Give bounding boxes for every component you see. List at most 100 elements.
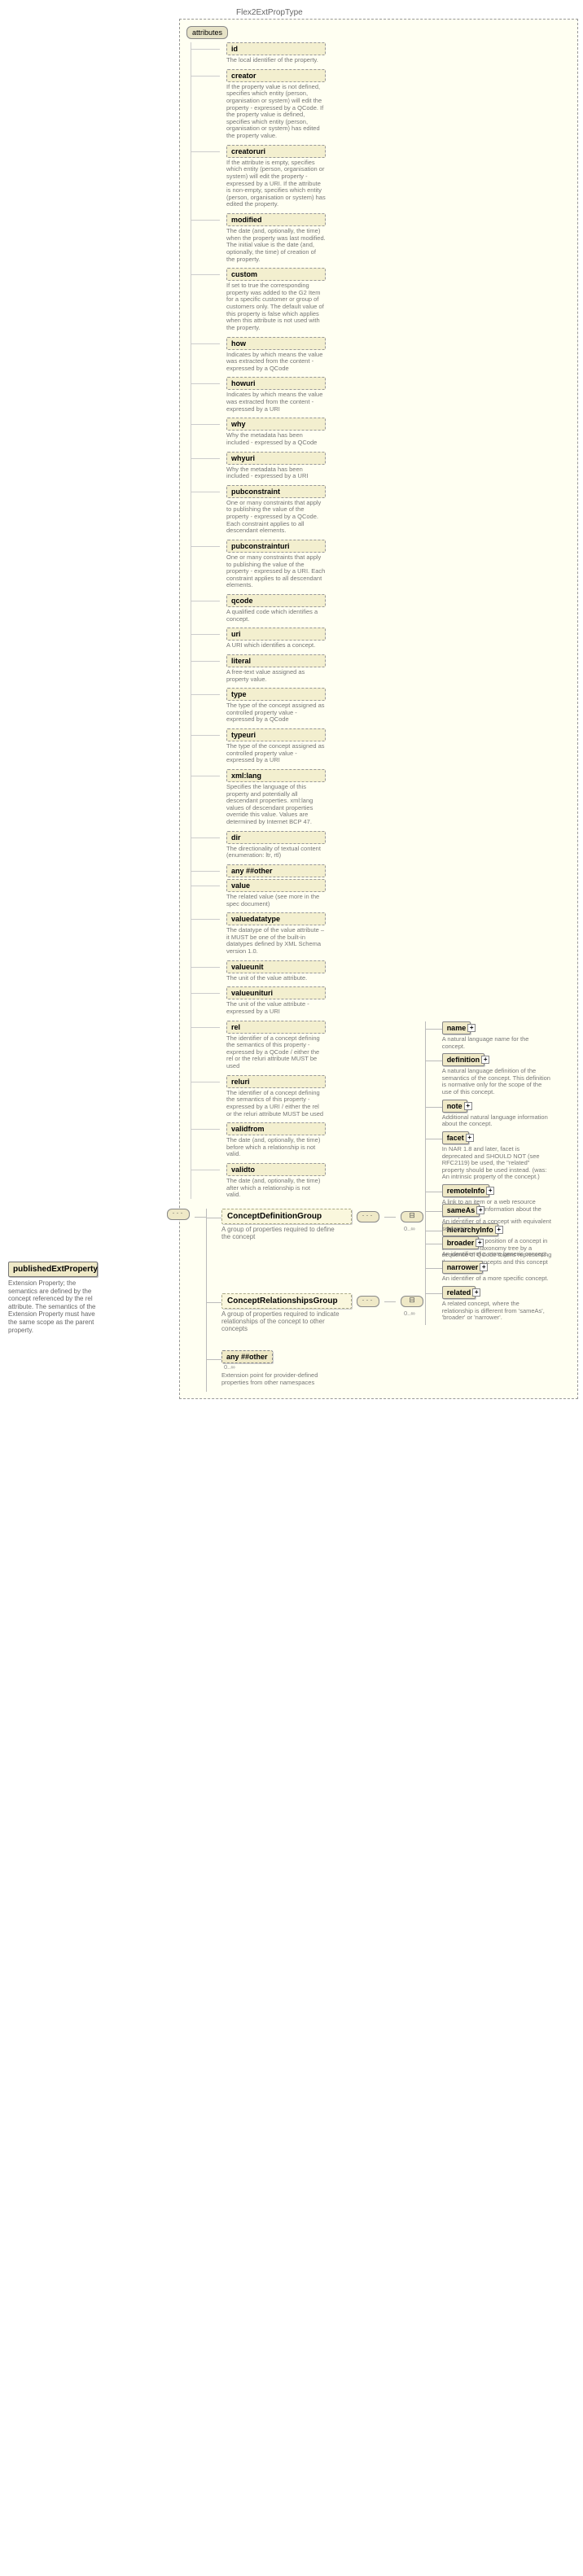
child-element: broader+ An identifier of a more generic … [442,1236,552,1258]
attribute-name-rel[interactable]: rel [226,1021,326,1034]
element-related[interactable]: related+ [442,1286,476,1299]
any-other-desc: Extension point for provider-defined pro… [221,1372,331,1386]
attribute-doc: The datatype of the value attribute – it… [226,927,326,956]
attribute-name-modified[interactable]: modified [226,213,326,226]
attribute-name-pubconstraint[interactable]: pubconstraint [226,485,326,498]
attribute-item: valuedatatype The datatype of the value a… [220,912,326,956]
element-broader[interactable]: broader+ [442,1236,480,1249]
expand-icon[interactable]: + [466,1134,474,1142]
attribute-doc: One or many constraints that apply to pu… [226,554,326,589]
attribute-name-valuedatatype[interactable]: valuedatatype [226,912,326,925]
attribute-name-xml-lang[interactable]: xml:lang [226,769,326,782]
attribute-name-type[interactable]: type [226,688,326,701]
attribute-doc: The identifier of a concept defining the… [226,1090,326,1118]
child-element: facet+In NAR 1.8 and later, facet is dep… [442,1131,552,1181]
element-narrower[interactable]: narrower+ [442,1261,484,1274]
attribute-item: how Indicates by which means the value wa… [220,337,326,373]
occurrence-indicator: 0..∞ [224,1363,331,1371]
expand-icon[interactable]: + [476,1239,484,1247]
element-desc: An identifier of a more specific concept… [442,1275,552,1283]
attribute-item: relThe identifier of a concept defining … [220,1021,326,1070]
element-desc: A natural language definition of the sem… [442,1068,552,1096]
attribute-item: pubconstrainturiOne or many constraints … [220,540,326,589]
attribute-name-reluri[interactable]: reluri [226,1075,326,1088]
expand-icon[interactable]: + [481,1056,489,1064]
attribute-item: modifiedThe date (and, optionally, the t… [220,213,326,263]
attribute-item: creatoruriIf the attribute is empty, spe… [220,145,326,208]
element-facet[interactable]: facet+ [442,1131,469,1144]
attribute-item: validtoThe date (and, optionally, the ti… [220,1163,326,1199]
attribute-name-valueunituri[interactable]: valueunituri [226,986,326,999]
attribute-item: id The local identifier of the property. [220,42,326,64]
element-remoteinfo[interactable]: remoteInfo+ [442,1184,490,1197]
element-sameas[interactable]: sameAs+ [442,1204,480,1217]
sequence-compositor-icon [357,1211,379,1222]
attribute-item: whyuriWhy the metadata has been included… [220,452,326,480]
root-element-desc: Extension Property; the semantics are de… [8,1279,98,1334]
attribute-name-id[interactable]: id [226,42,326,55]
any-other-element[interactable]: any ##other [221,1350,273,1363]
attribute-name-whyuri[interactable]: whyuri [226,452,326,465]
attribute-name-pubconstrainturi[interactable]: pubconstrainturi [226,540,326,553]
attribute-name-value[interactable]: value [226,879,326,892]
element-desc: An identifier of a concept with equivale… [442,1218,552,1232]
attribute-doc: The related value (see more in the spec … [226,894,326,908]
expand-icon[interactable]: + [476,1206,484,1214]
attribute-name-typeuri[interactable]: typeuri [226,728,326,741]
concept-definition-group[interactable]: ConceptDefinitionGroup [221,1209,352,1224]
expand-icon[interactable]: + [480,1263,488,1271]
attribute-name-valueunit[interactable]: valueunit [226,960,326,973]
attribute-doc: The unit of the value attribute. [226,975,326,982]
attribute-name-any---other[interactable]: any ##other [226,864,326,877]
attribute-item: pubconstraintOne or many constraints tha… [220,485,326,535]
attribute-item: howuriIndicates by which means the value… [220,377,326,413]
attribute-name-validfrom[interactable]: validfrom [226,1122,326,1135]
child-element: note+Additional natural language informa… [442,1100,552,1128]
attribute-name-dir[interactable]: dir [226,831,326,844]
attribute-name-how[interactable]: how [226,337,326,350]
attribute-doc: The directionality of textual content (e… [226,846,326,859]
element-desc: Additional natural language information … [442,1114,552,1128]
concept-relationships-children: sameAs+An identifier of a concept with e… [425,1204,552,1324]
attribute-doc: The local identifier of the property. [226,57,326,64]
attribute-doc: The type of the concept assigned as cont… [226,702,326,724]
content-model-box: attributes id The local identifier of the… [179,19,578,1399]
attribute-name-creatoruri[interactable]: creatoruri [226,145,326,158]
child-element: name+A natural language name for the con… [442,1021,552,1050]
expand-icon[interactable]: + [472,1288,480,1297]
attribute-name-custom[interactable]: custom [226,268,326,281]
root-element-name[interactable]: publishedExtProperty [8,1262,98,1277]
element-desc: An identifier of a more generic concept. [442,1251,552,1258]
attribute-name-literal[interactable]: literal [226,654,326,667]
attribute-name-howuri[interactable]: howuri [226,377,326,390]
attributes-header[interactable]: attributes [186,26,228,39]
attribute-item: valueunit The unit of the value attribute… [220,960,326,982]
attribute-doc: Indicates by which means the value was e… [226,352,326,373]
attribute-item: reluri The identifier of a concept defini… [220,1075,326,1118]
child-element: narrower+An identifier of a more specifi… [442,1261,552,1283]
expand-icon[interactable]: + [467,1024,476,1032]
attribute-item: literalA free-text value assigned as pro… [220,654,326,683]
attribute-name-qcode[interactable]: qcode [226,594,326,607]
expand-icon[interactable]: + [486,1187,494,1195]
concept-relationships-group[interactable]: ConceptRelationshipsGroup [221,1293,352,1309]
attribute-item: value The related value (see more in the … [220,879,326,908]
attribute-name-creator[interactable]: creator [226,69,326,82]
attribute-item: xml:langSpecifies the language of this p… [220,769,326,826]
attribute-doc: If the property value is not defined, sp… [226,84,326,140]
attribute-doc: Why the metadata has been included - exp… [226,466,326,480]
attribute-item: dir The directionality of textual content… [220,831,326,859]
attribute-doc: A URI which identifies a concept. [226,642,326,649]
attribute-name-uri[interactable]: uri [226,628,326,641]
attribute-name-why[interactable]: why [226,418,326,431]
attribute-item: creator If the property value is not defi… [220,69,326,140]
element-note[interactable]: note+ [442,1100,467,1113]
element-definition[interactable]: definition+ [442,1053,485,1066]
element-name[interactable]: name+ [442,1021,471,1034]
attribute-doc: The unit of the value attribute - expres… [226,1001,326,1015]
attribute-item: uriA URI which identifies a concept. [220,628,326,649]
attribute-doc: A qualified code which identifies a conc… [226,609,326,623]
expand-icon[interactable]: + [464,1102,472,1110]
attribute-doc: Indicates by which means the value was e… [226,391,326,413]
attribute-name-validto[interactable]: validto [226,1163,326,1176]
